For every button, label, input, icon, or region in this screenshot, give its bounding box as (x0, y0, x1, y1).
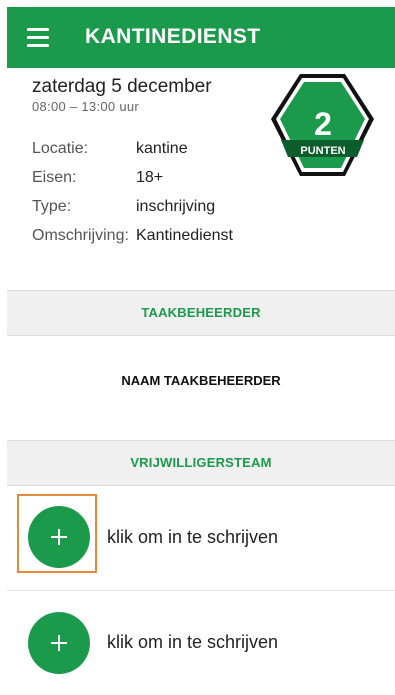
points-badge: 2 PUNTEN (271, 74, 374, 176)
task-time: 08:00 – 13:00 uur (32, 99, 140, 114)
page-title: KANTINEDIENST (85, 25, 261, 48)
volunteer-slot[interactable]: klik om in te schrijven (7, 591, 395, 695)
detail-value: 18+ (136, 169, 164, 186)
badge-points-value: 2 (314, 106, 332, 142)
manager-name: NAAM TAAKBEHEERDER (121, 373, 281, 388)
signup-label: klik om in te schrijven (107, 527, 279, 547)
hamburger-menu-icon[interactable] (27, 28, 49, 47)
detail-value: Kantinedienst (136, 227, 233, 244)
detail-label: Omschrijving: (32, 227, 129, 244)
detail-label: Locatie: (32, 140, 89, 157)
detail-label: Type: (32, 198, 72, 215)
detail-label: Eisen: (32, 169, 77, 186)
signup-label: klik om in te schrijven (107, 632, 279, 652)
add-volunteer-button[interactable] (28, 612, 90, 674)
badge-points-label: PUNTEN (300, 145, 345, 157)
detail-value: kantine (136, 140, 188, 157)
section-header-volunteers: VRIJWILLIGERSTEAM (7, 440, 395, 486)
detail-value: inschrijving (136, 198, 216, 215)
focus-highlight (17, 494, 97, 573)
section-header-manager: TAAKBEHEERDER (7, 290, 395, 336)
task-date: zaterdag 5 december (32, 76, 212, 97)
app-bar: KANTINEDIENST (7, 7, 395, 68)
